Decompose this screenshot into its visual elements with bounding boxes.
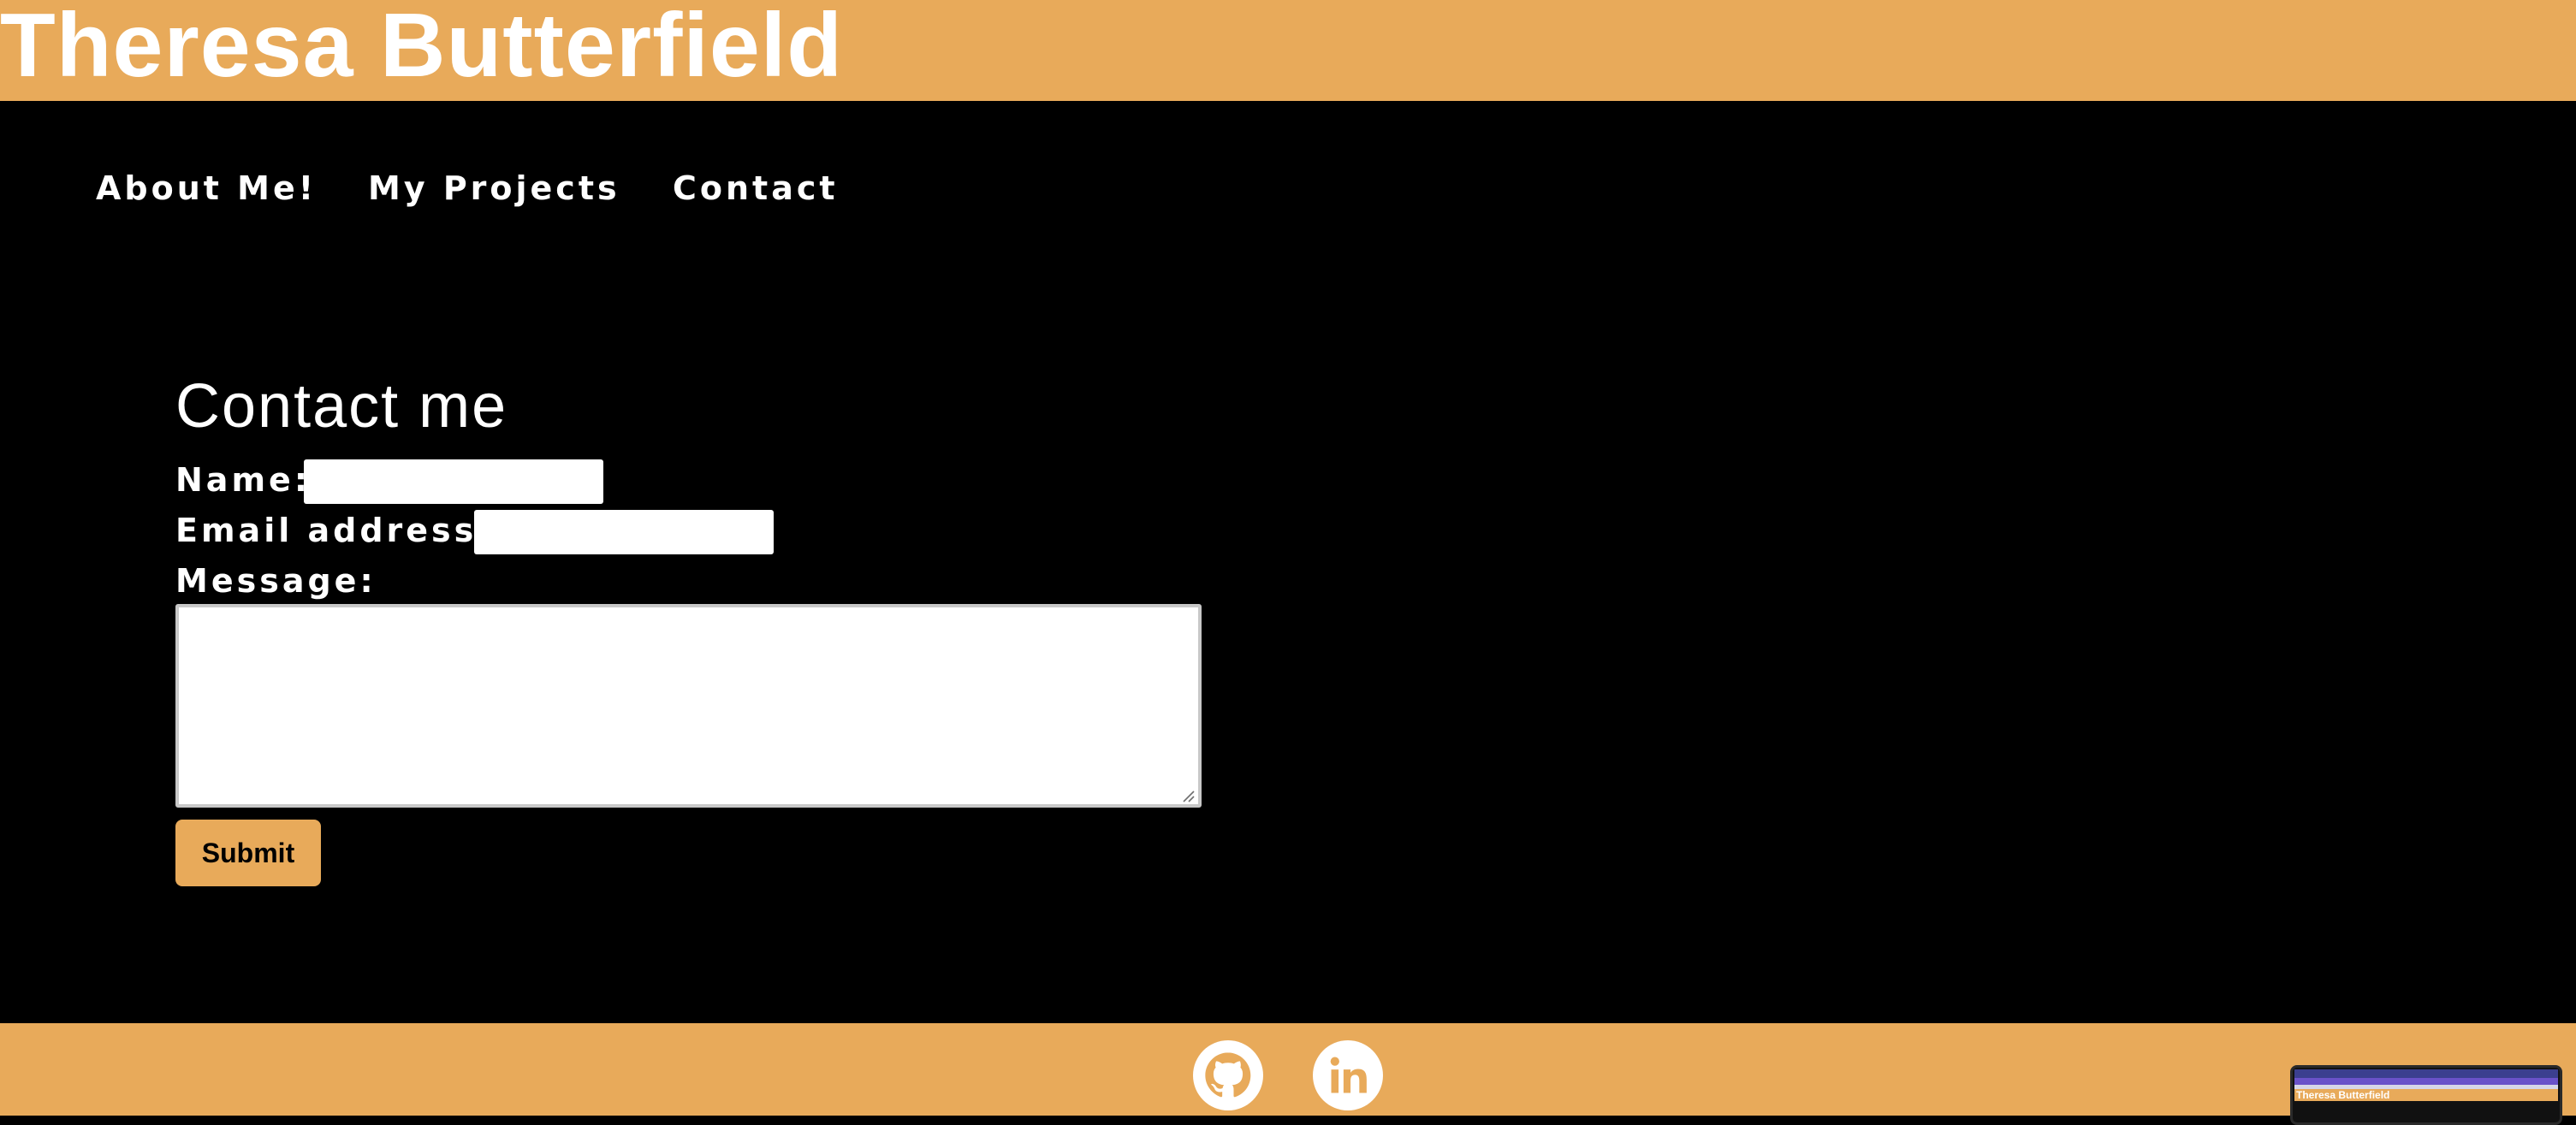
resize-grip-icon[interactable] — [1181, 789, 1195, 802]
github-icon — [1193, 1040, 1263, 1110]
submit-button[interactable]: Submit — [175, 820, 321, 886]
nav-item-contact[interactable]: Contact — [673, 163, 839, 214]
linkedin-icon — [1313, 1040, 1383, 1110]
site-header: Theresa Butterfield — [0, 0, 2576, 101]
site-footer — [0, 1023, 2576, 1116]
email-label: Email address: — [175, 512, 494, 549]
linkedin-link[interactable] — [1313, 1040, 1383, 1110]
nav-item-my-projects[interactable]: My Projects — [368, 163, 620, 214]
name-label: Name: — [175, 461, 312, 499]
email-input[interactable] — [474, 510, 774, 554]
window-thumbnail[interactable]: Theresa Butterfield — [2290, 1065, 2562, 1125]
thumbnail-toolbar — [2294, 1078, 2558, 1085]
nav-item-about-me[interactable]: About Me! — [96, 163, 317, 214]
message-textarea[interactable] — [175, 604, 1202, 808]
message-label: Message: — [175, 562, 377, 600]
thumbnail-tabbar — [2294, 1069, 2558, 1078]
thumbnail-title: Theresa Butterfield — [2296, 1089, 2390, 1101]
github-link[interactable] — [1193, 1040, 1263, 1110]
name-input[interactable] — [304, 459, 603, 504]
site-title: Theresa Butterfield — [0, 0, 844, 96]
contact-title: Contact me — [175, 372, 508, 441]
